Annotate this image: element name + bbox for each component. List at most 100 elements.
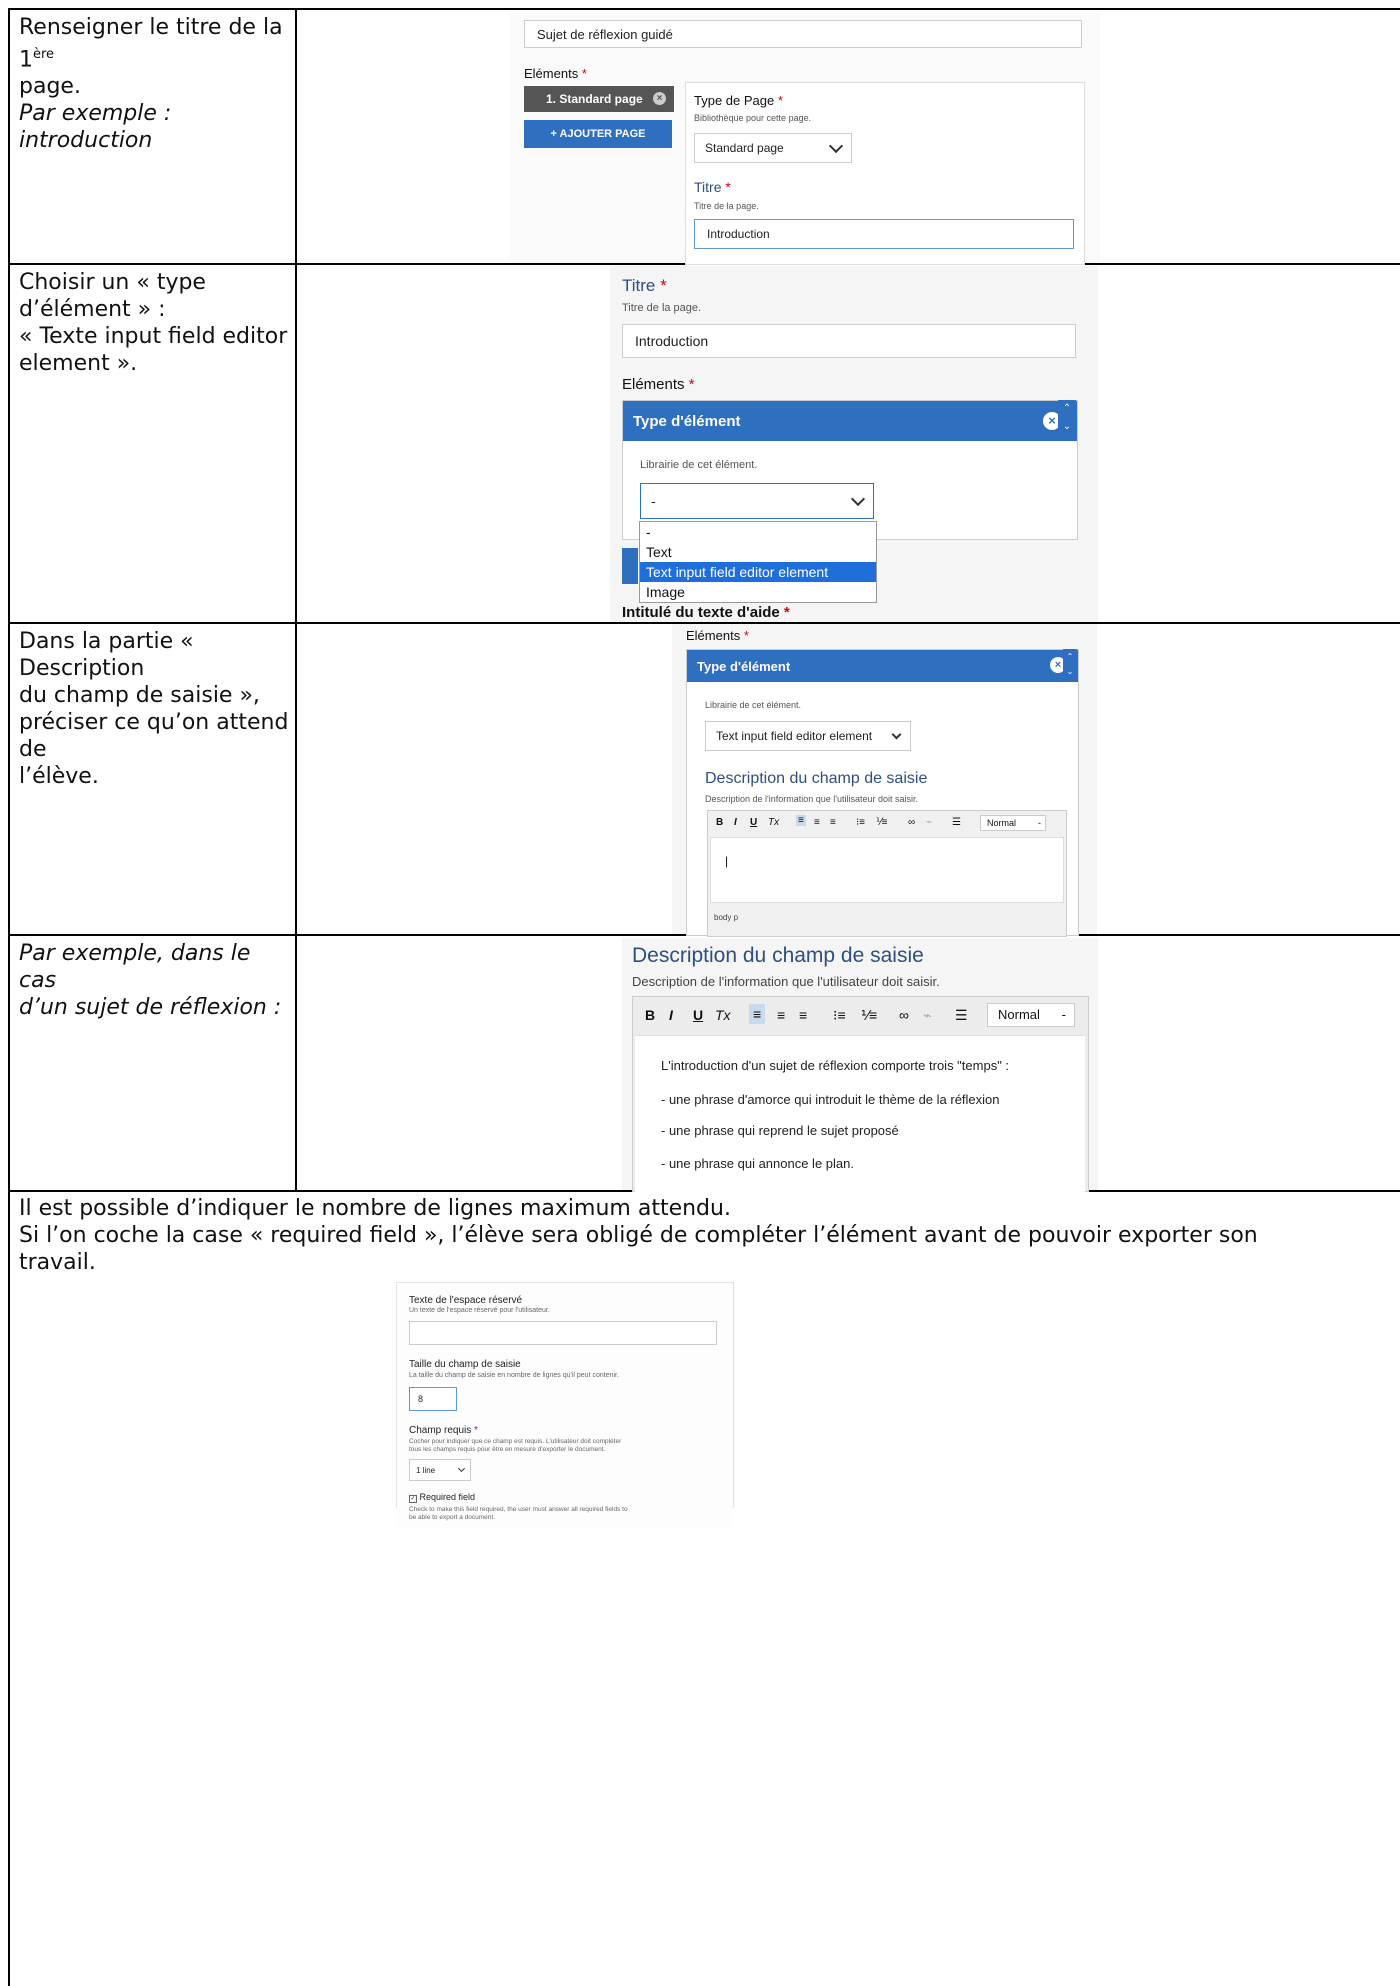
chevron-down-icon [891, 729, 902, 739]
clear-format-button[interactable]: Tx [768, 817, 779, 828]
align-left-button[interactable]: ≡ [796, 815, 806, 826]
row3-line: préciser ce qu’on attend de [19, 710, 289, 762]
element-type-select[interactable]: - [640, 483, 874, 519]
chevron-down-icon [457, 1464, 466, 1472]
checkbox-help-1: Check to make this field required, the u… [409, 1506, 628, 1513]
checkbox-icon[interactable]: ✓ [409, 1495, 417, 1503]
underline-button[interactable]: U [693, 1007, 703, 1023]
element-type-dropdown[interactable]: - Text Text input field editor element I… [639, 521, 877, 603]
row2-line: element ». [19, 351, 138, 376]
rich-text-editor: B I U Tx ≡ ≡ ≡ ⁝≡ ⅟≡ ∞ ⌁ ☰ Normal - | bod… [707, 810, 1067, 937]
row2-line: Choisir un « type [19, 270, 206, 295]
align-right-button[interactable]: ≡ [830, 817, 836, 828]
row4-instruction: Par exemple, dans le cas d’un sujet de r… [19, 940, 289, 1021]
elements-label: Eléments * [622, 376, 695, 393]
rich-text-editor: B I U Tx ≡ ≡ ≡ ⁝≡ ⅟≡ ∞ ⌁ ☰ Normal - L'int… [632, 996, 1089, 1192]
row3-instruction: Dans la partie « Description du champ de… [19, 628, 289, 790]
description-help: Description de l'information que l'utili… [632, 974, 940, 989]
row1-line2: page. [19, 74, 81, 100]
bullet-list-button[interactable]: ⁝≡ [856, 817, 865, 828]
placeholder-label: Texte de l'espace réservé [409, 1295, 523, 1306]
align-left-button[interactable]: ≡ [749, 1004, 766, 1024]
dropdown-option[interactable]: - [640, 522, 876, 542]
row4-line: d’un sujet de réflexion : [19, 995, 282, 1020]
titre-help: Titre de la page. [622, 302, 702, 314]
line-unit-select[interactable]: 1 line [409, 1459, 471, 1481]
align-center-button[interactable]: ≡ [814, 817, 820, 828]
numbered-list-button[interactable]: ⅟≡ [861, 1007, 877, 1024]
size-input[interactable]: 8 [409, 1387, 457, 1411]
bold-button[interactable]: B [645, 1007, 655, 1023]
page-tab-standard[interactable]: 1. Standard page × [524, 86, 674, 112]
reorder-arrows[interactable]: ⌃ ⌄ [1058, 400, 1076, 440]
screenshot-description-empty: Eléments * Type d'élément × Librairie de… [672, 624, 1097, 937]
screenshot-field-settings: Texte de l'espace réservé Un texte de l'… [396, 1282, 734, 1508]
screenshot-page-editor: Sujet de réflexion guidé Eléments * 1. S… [510, 12, 1100, 265]
row3-line: du champ de saisie », [19, 683, 260, 708]
type-element-header: Type d'élément × [687, 650, 1078, 682]
editor-toolbar: B I U Tx ≡ ≡ ≡ ⁝≡ ⅟≡ ∞ ⌁ ☰ Normal - [639, 1003, 1079, 1029]
titre-input[interactable]: Introduction [694, 219, 1074, 249]
unlink-button[interactable]: ⌁ [926, 817, 932, 828]
horizontal-rule-button[interactable]: ☰ [952, 817, 961, 828]
bold-button[interactable]: B [716, 817, 723, 828]
italic-button[interactable]: I [734, 817, 737, 828]
unlink-button[interactable]: ⌁ [923, 1007, 931, 1024]
row1-example: Par exemple : introduction [19, 101, 172, 154]
row2-line: « Texte input field editor [19, 324, 288, 349]
element-type-select[interactable]: Text input field editor element [705, 721, 911, 751]
screenshot-element-type: Titre * Titre de la page. Introduction E… [538, 266, 1098, 622]
reorder-arrows[interactable]: ⌃ ⌄ [1063, 649, 1077, 681]
editor-caret: | [725, 854, 729, 868]
link-button[interactable]: ∞ [908, 817, 915, 828]
form-title-input[interactable]: Sujet de réflexion guidé [524, 20, 1082, 48]
row1-line1: Renseigner le titre de la 1 [19, 15, 283, 73]
format-select[interactable]: Normal - [987, 1003, 1075, 1027]
titre-input[interactable]: Introduction [622, 324, 1076, 358]
row1-superscript: ère [33, 47, 55, 62]
size-label: Taille du champ de saisie [409, 1359, 521, 1370]
remove-page-icon[interactable]: × [653, 92, 666, 105]
dropdown-option[interactable]: Image [640, 582, 876, 602]
type-page-help: Bibliothèque pour cette page. [694, 113, 812, 123]
clear-format-button[interactable]: Tx [715, 1007, 731, 1023]
dropdown-option-selected[interactable]: Text input field editor element [640, 562, 876, 582]
table-left-border [8, 8, 10, 1986]
placeholder-input[interactable] [409, 1321, 717, 1345]
help-text-label: Intitulé du texte d'aide * [622, 604, 790, 621]
dropdown-option[interactable]: Text [640, 542, 876, 562]
screenshot-description-example: Description du champ de saisie Descripti… [622, 938, 1098, 1192]
elements-label: Eléments * [524, 66, 587, 81]
type-page-select[interactable]: Standard page [694, 133, 852, 163]
description-title: Description du champ de saisie [632, 944, 924, 967]
editor-paragraph: - une phrase qui annonce le plan. [661, 1156, 854, 1171]
editor-paragraph: - une phrase qui reprend le sujet propos… [661, 1123, 899, 1138]
editor-body[interactable]: | [710, 837, 1064, 903]
required-label: Champ requis * [409, 1425, 478, 1436]
row1-instruction: Renseigner le titre de la 1ère page. Par… [19, 14, 289, 154]
editor-toolbar: B I U Tx ≡ ≡ ≡ ⁝≡ ⅟≡ ∞ ⌁ ☰ Normal - [712, 815, 1062, 833]
editor-body[interactable]: L'introduction d'un sujet de réflexion c… [635, 1035, 1085, 1192]
underline-button[interactable]: U [750, 817, 757, 828]
titre-label: Titre * [694, 179, 731, 195]
link-button[interactable]: ∞ [899, 1007, 909, 1023]
elements-label: Eléments * [686, 628, 749, 643]
format-select[interactable]: Normal - [980, 815, 1046, 831]
titre-help: Titre de la page. [694, 201, 759, 211]
row2-line: d’élément » : [19, 297, 166, 322]
bullet-list-button[interactable]: ⁝≡ [833, 1007, 846, 1024]
row3-line: Dans la partie « Description [19, 629, 194, 681]
align-right-button[interactable]: ≡ [799, 1007, 807, 1023]
type-element-header: Type d'élément × [623, 401, 1077, 441]
row5-line: travail. [19, 1250, 96, 1275]
add-page-button[interactable]: + AJOUTER PAGE [524, 120, 672, 148]
align-center-button[interactable]: ≡ [777, 1007, 785, 1023]
row2-instruction: Choisir un « type d’élément » : « Texte … [19, 269, 289, 377]
partial-button [622, 548, 638, 584]
italic-button[interactable]: I [669, 1007, 673, 1023]
horizontal-rule-button[interactable]: ☰ [955, 1007, 968, 1024]
required-checkbox[interactable]: ✓ Required field [409, 1492, 475, 1503]
library-help: Librairie de cet élément. [705, 700, 802, 710]
numbered-list-button[interactable]: ⅟≡ [876, 817, 888, 828]
row4-line: Par exemple, dans le cas [19, 941, 251, 993]
